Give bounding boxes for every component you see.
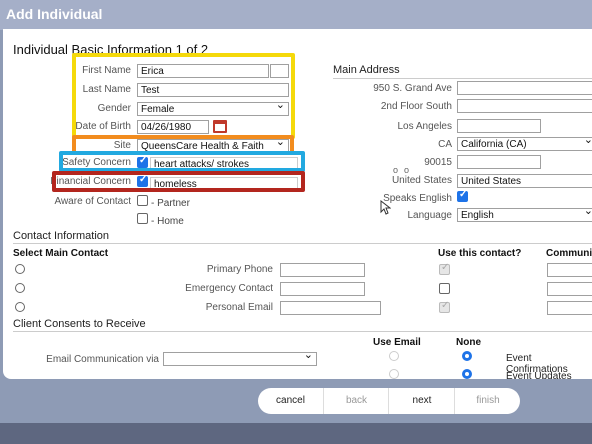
email-communication-label: Email Communication via xyxy=(46,354,159,365)
event-updates-label: Event Updates xyxy=(506,371,572,379)
event-confirmations-none-radio[interactable] xyxy=(462,351,472,361)
state-code-label: CA xyxy=(438,139,452,150)
title-bar: Add Individual xyxy=(0,0,592,30)
event-confirmations-email-radio[interactable] xyxy=(389,351,399,361)
personal-email-input[interactable] xyxy=(280,301,381,315)
personal-email-label: Personal Email xyxy=(205,302,273,313)
country-input[interactable]: United States xyxy=(457,174,592,188)
cancel-button[interactable]: cancel xyxy=(258,388,323,414)
personal-email-radio[interactable] xyxy=(15,302,25,312)
emergency-contact-label: Emergency Contact xyxy=(185,283,273,294)
use-email-header: Use Email xyxy=(373,337,421,348)
consents-divider xyxy=(13,331,592,332)
personal-email-comm-input[interactable] xyxy=(547,301,592,315)
primary-phone-radio[interactable] xyxy=(15,264,25,274)
aware-of-contact-label: Aware of Contact xyxy=(54,196,131,207)
consents-title: Client Consents to Receive xyxy=(13,318,146,330)
wizard-button-bar: cancel back next finish xyxy=(258,388,520,414)
use-this-contact-header: Use this contact? xyxy=(438,248,522,259)
address-line1-input[interactable] xyxy=(457,81,592,95)
window-title: Add Individual xyxy=(6,6,103,22)
city-label: Los Angeles xyxy=(397,121,453,132)
emergency-contact-input[interactable] xyxy=(280,282,365,296)
country-label: United States xyxy=(391,175,452,186)
highlight-yellow xyxy=(72,53,295,139)
finish-button[interactable]: finish xyxy=(454,388,520,414)
primary-phone-comm-input[interactable] xyxy=(547,263,592,277)
speaks-english-label: Speaks English xyxy=(383,193,452,204)
speaks-english-checkbox[interactable] xyxy=(457,189,468,202)
partner-label: - Partner xyxy=(151,198,190,209)
contact-info-title: Contact Information xyxy=(13,230,109,242)
language-label: Language xyxy=(407,210,453,221)
event-updates-email-radio[interactable] xyxy=(389,369,399,379)
highlight-blue xyxy=(59,151,305,172)
primary-phone-label: Primary Phone xyxy=(206,264,273,275)
event-updates-none-radio[interactable] xyxy=(462,369,472,379)
bottom-bar xyxy=(0,423,592,444)
cursor-icon xyxy=(380,200,391,215)
city-input[interactable] xyxy=(457,119,541,133)
form-panel: Individual Basic Information 1 of 2 Firs… xyxy=(3,29,592,379)
partner-checkbox[interactable] xyxy=(137,195,148,206)
address-line2-input[interactable] xyxy=(457,99,592,113)
address-line2-label: 2nd Floor South xyxy=(380,101,452,112)
home-checkbox[interactable] xyxy=(137,213,148,224)
highlight-red xyxy=(52,171,305,192)
emergency-contact-use-checkbox[interactable] xyxy=(439,283,450,294)
main-address-title: Main Address xyxy=(333,64,400,76)
primary-phone-input[interactable] xyxy=(280,263,365,277)
zip-input[interactable] xyxy=(457,155,541,169)
home-label: - Home xyxy=(151,216,184,227)
email-communication-select[interactable] xyxy=(163,352,317,366)
zip-label: 90015 xyxy=(424,157,452,168)
primary-phone-use-checkbox[interactable] xyxy=(439,262,450,275)
state-select[interactable]: California (CA) xyxy=(457,137,592,151)
address-line1-label: 950 S. Grand Ave xyxy=(373,83,452,94)
next-button[interactable]: next xyxy=(388,388,455,414)
emergency-contact-radio[interactable] xyxy=(15,283,25,293)
select-main-contact-header: Select Main Contact xyxy=(13,248,109,259)
personal-email-use-checkbox[interactable] xyxy=(439,300,450,313)
contact-divider xyxy=(13,243,592,244)
address-divider xyxy=(333,78,592,79)
none-header: None xyxy=(456,337,481,348)
language-select[interactable]: English xyxy=(457,208,592,222)
emergency-contact-comm-input[interactable] xyxy=(547,282,592,296)
back-button[interactable]: back xyxy=(323,388,389,414)
communication-header: Communic xyxy=(546,248,592,259)
